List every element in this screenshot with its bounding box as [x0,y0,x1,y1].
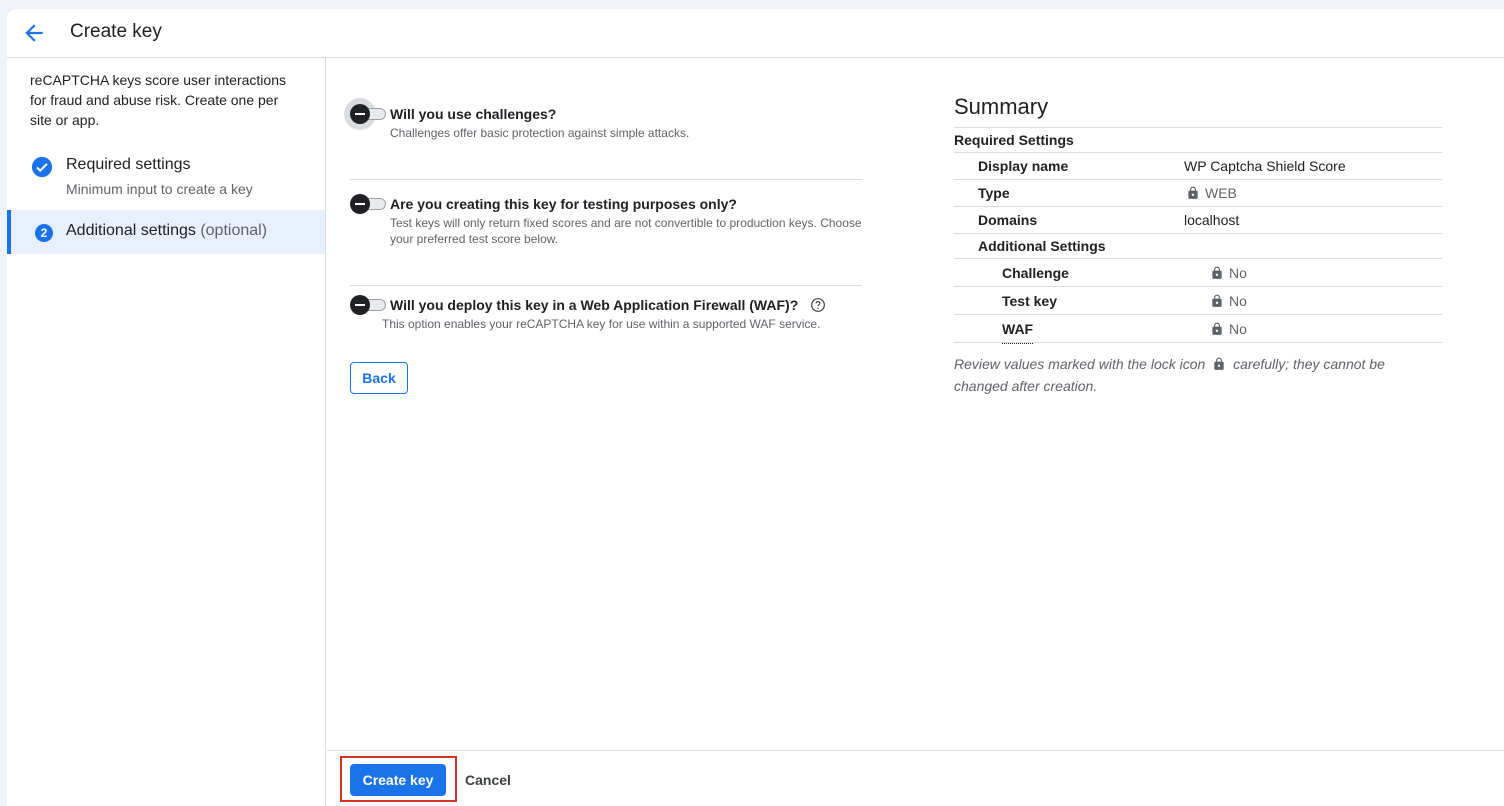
summary-key: Type [978,185,1010,201]
question-description: Challenges offer basic protection agains… [390,126,690,140]
testing-toggle[interactable] [350,194,386,214]
step-number-badge: 2 [35,221,57,243]
page-title: Create key [70,21,162,42]
question-description: This option enables your reCAPTCHA key f… [382,317,821,331]
summary-value: WEB [1186,180,1237,207]
question-title: Are you creating this key for testing pu… [390,196,737,212]
step-required-settings[interactable]: Required settings Minimum input to creat… [7,154,325,210]
divider [350,285,862,286]
summary-value: No [1210,287,1247,315]
lock-icon [1188,186,1198,199]
check-circle-icon [31,156,53,178]
lock-icon [1214,357,1224,370]
lock-icon [1212,322,1222,335]
lock-icon [1212,266,1222,279]
back-arrow-icon[interactable] [21,20,47,46]
step-title-text: Additional settings [66,222,196,239]
summary-note: Review values marked with the lock icon … [954,356,1385,394]
summary-row-waf: WAF No [954,315,1442,344]
summary-value: No [1210,259,1247,287]
page-header: Create key [7,9,1504,58]
summary-key: WAF [1002,315,1034,344]
summary-panel: Summary Required Settings Display name W… [954,94,1442,397]
summary-row-challenge: Challenge No [954,259,1442,287]
question-title: Will you use challenges? [390,106,557,122]
summary-additional-header: Additional Settings [954,234,1442,259]
summary-title: Summary [954,94,1049,119]
sidebar: reCAPTCHA keys score user interactions f… [7,58,326,806]
summary-key: Display name [978,158,1069,174]
summary-row-display-name: Display name WP Captcha Shield Score [954,153,1442,180]
lock-icon [1212,294,1222,307]
sidebar-intro: reCAPTCHA keys score user interactions f… [30,72,286,128]
app-window: Create key reCAPTCHA keys score user int… [7,9,1504,806]
toggle-knob [350,295,370,315]
summary-value: WP Captcha Shield Score [1184,158,1346,174]
question-title: Will you deploy this key in a Web Applic… [390,297,826,313]
summary-value: No [1210,315,1247,343]
summary-required-header: Required Settings [954,127,1442,153]
back-button[interactable]: Back [350,362,408,394]
step-title: Required settings [66,156,191,173]
summary-row-type: Type WEB [954,180,1442,207]
challenges-toggle[interactable] [344,98,386,130]
footer-bar: Create key Cancel [327,750,1504,806]
create-key-button[interactable]: Create key [350,764,446,796]
toggle-knob [350,194,370,214]
summary-row-domains: Domains localhost [954,207,1442,234]
summary-key: Challenge [1002,265,1069,281]
step-subtitle: Minimum input to create a key [66,181,253,197]
step-additional-settings[interactable]: 2 Additional settings (optional) [7,210,325,254]
main-content: Will you use challenges? Challenges offe… [327,58,1504,750]
waf-toggle[interactable] [350,295,386,315]
toggle-knob [350,104,370,124]
step-title: Additional settings (optional) [66,222,267,240]
summary-row-test-key: Test key No [954,287,1442,315]
step-optional-label: (optional) [200,222,268,239]
question-description: Test keys will only return fixed scores … [390,216,862,246]
help-icon[interactable] [810,297,826,313]
cancel-button[interactable]: Cancel [465,764,511,796]
question-title-text: Will you deploy this key in a Web Applic… [390,297,799,313]
summary-key: Test key [1002,293,1057,309]
summary-value: localhost [1184,212,1240,228]
summary-key: Domains [978,212,1038,228]
divider [350,179,862,180]
